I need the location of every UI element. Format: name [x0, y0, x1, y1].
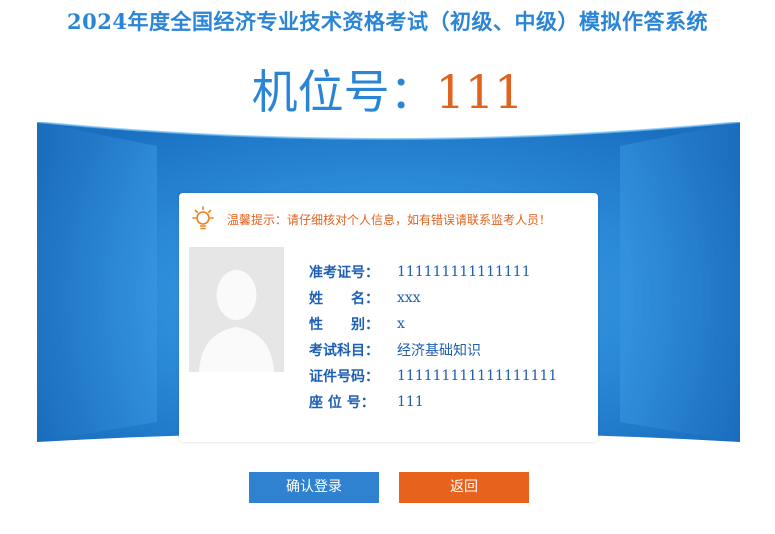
- page-title: 2024年度全国经济专业技术资格考试（初级、中级）模拟作答系统: [67, 9, 708, 34]
- info-row-admission-number: 准考证号： 111111111111111: [309, 259, 557, 285]
- info-row-name: 姓 名： xxx: [309, 285, 557, 311]
- info-label: 考试科目：: [309, 343, 379, 359]
- machine-number-line: 机位号：111: [0, 60, 775, 124]
- user-silhouette-icon: [189, 247, 284, 372]
- info-value: x: [397, 316, 405, 332]
- info-row-seat-number: 座 位 号： 111: [309, 389, 557, 415]
- info-label: 准考证号：: [309, 265, 379, 281]
- info-label: 性 别：: [309, 317, 379, 333]
- info-label: 姓 名：: [309, 291, 379, 307]
- info-value: 111: [397, 394, 424, 410]
- info-value: 111111111111111111: [397, 368, 558, 384]
- lightbulb-icon: [192, 206, 214, 230]
- confirm-login-button[interactable]: 确认登录: [249, 472, 379, 503]
- info-row-gender: 性 别： x: [309, 311, 557, 337]
- tip-row: 温馨提示：请仔细核对个人信息，如有错误请联系监考人员！: [189, 205, 551, 233]
- candidate-info-card: 温馨提示：请仔细核对个人信息，如有错误请联系监考人员！ 准考证号： 111111…: [179, 193, 598, 442]
- info-value: 111111111111111: [397, 264, 531, 280]
- info-row-id-number: 证件号码： 111111111111111111: [309, 363, 557, 389]
- machine-number-value: 111: [435, 65, 524, 119]
- info-label: 座 位 号：: [309, 395, 375, 411]
- info-value: 经济基础知识: [397, 343, 481, 359]
- info-row-subject: 考试科目： 经济基础知识: [309, 337, 557, 363]
- tip-text: 温馨提示：请仔细核对个人信息，如有错误请联系监考人员！: [227, 212, 552, 227]
- info-list: 准考证号： 111111111111111 姓 名： xxx 性 别： x 考试…: [309, 259, 557, 415]
- info-label: 证件号码：: [309, 369, 379, 385]
- machine-number-label: 机位号：: [251, 65, 436, 119]
- info-value: xxx: [397, 290, 421, 306]
- back-button[interactable]: 返回: [399, 472, 529, 503]
